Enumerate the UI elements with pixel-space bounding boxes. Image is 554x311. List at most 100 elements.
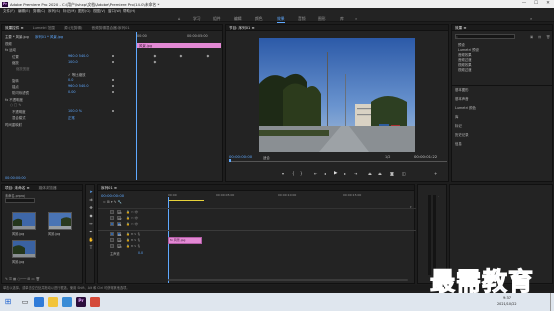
tab-audio-clip-mixer[interactable]: 音频剪辑混合器:序列01 <box>92 26 130 30</box>
windows-start-icon[interactable]: ⊞ <box>3 297 13 307</box>
menu-file[interactable]: 文件(F) <box>3 9 15 14</box>
zoom-dropdown[interactable]: 1/2 <box>385 155 390 159</box>
track-controls-a3[interactable]: 🔒 M S 🎙 <box>126 244 141 248</box>
track-controls-a2[interactable]: 🔒 M S 🎙 <box>126 238 141 242</box>
param-blend-value[interactable]: 正常 <box>68 115 75 120</box>
program-playhead[interactable] <box>229 159 231 162</box>
comparison-view-icon[interactable]: ◫ <box>402 171 406 176</box>
mark-out-icon[interactable]: } <box>300 171 303 176</box>
tab-lumetri-scopes[interactable]: Lumetri 范围 <box>33 26 55 30</box>
minimize-button[interactable]: — <box>518 0 530 8</box>
extract-icon[interactable]: ⏏ <box>378 171 382 176</box>
type-tool-icon[interactable]: T <box>89 245 94 250</box>
new-item-icon[interactable]: ▤ <box>538 35 541 39</box>
position-keyframe-icon[interactable] <box>179 54 183 58</box>
track-name-a2[interactable]: A2 <box>117 238 122 243</box>
program-current-time[interactable]: 00:00:00:00 <box>229 154 252 159</box>
workspace-graphics[interactable]: 图形 <box>318 16 326 22</box>
delete-icon[interactable]: 🗑 <box>546 35 550 39</box>
vertical-scroll-icon[interactable]: ▾ <box>410 205 412 209</box>
project-footer-tools[interactable]: ✎ ☰ ▦ ○─── ⊞ ▭ 🗑 <box>2 277 83 283</box>
go-to-out-icon[interactable]: ⇥ <box>354 171 357 176</box>
track-name-a3[interactable]: A3 <box>117 244 122 249</box>
section-markers[interactable]: 标记 <box>455 123 462 128</box>
menu-view[interactable]: 视图(V) <box>93 9 105 14</box>
ec-playhead[interactable] <box>136 32 137 180</box>
ripple-edit-tool-icon[interactable]: ✥ <box>89 205 94 210</box>
maximize-button[interactable]: ☐ <box>530 0 542 8</box>
position-keyframe-icon[interactable] <box>153 54 157 58</box>
param-scale-value[interactable]: 100.0 <box>68 60 78 64</box>
project-search-input[interactable] <box>5 198 35 203</box>
project-item-thumbnail[interactable] <box>48 212 72 230</box>
track-controls-v2[interactable]: 🔒 ▭ 👁 <box>126 216 138 220</box>
track-controls-v3[interactable]: 🔒 ▭ 👁 <box>126 210 138 214</box>
step-forward-icon[interactable]: ▸ <box>344 171 346 176</box>
razor-tool-icon[interactable]: ◆ <box>89 213 94 218</box>
track-target-v3[interactable] <box>110 210 115 215</box>
work-area-bar[interactable] <box>168 200 204 202</box>
position-stopwatch-icon[interactable] <box>112 54 115 57</box>
mark-in-icon[interactable]: { <box>292 171 295 176</box>
track-name-a1[interactable]: A1 <box>117 232 122 237</box>
timeline-tools[interactable]: ⊂ ⊞ ▾ ✎ 🔧 <box>103 200 122 204</box>
section-info[interactable]: 信息 <box>455 141 462 146</box>
anchor-stopwatch-icon[interactable] <box>112 84 115 87</box>
track-select-tool-icon[interactable]: ⇉ <box>89 197 94 202</box>
workspace-assembly[interactable]: 组件 <box>213 16 221 22</box>
menu-clip[interactable]: 剪辑(C) <box>33 9 45 14</box>
section-history[interactable]: 历史记录 <box>455 132 469 137</box>
scale-keyframe-icon[interactable] <box>153 60 157 64</box>
app-taskbar-icon[interactable] <box>90 297 100 307</box>
track-controls-a1[interactable]: 🔒 M S 🎙 <box>126 232 141 236</box>
time-remap[interactable]: 时间重映射 <box>5 122 22 127</box>
tab-source[interactable]: 源:(无剪辑) <box>64 26 82 30</box>
mask-tools[interactable]: ○ □ ✎ <box>10 103 21 107</box>
section-essential-sound[interactable]: 基本声音 <box>455 96 469 101</box>
opacity-stopwatch-icon[interactable] <box>112 109 115 112</box>
step-back-icon[interactable]: ◂ <box>324 171 326 176</box>
track-controls-v1[interactable]: 🔒 ▭ 👁 <box>126 222 138 226</box>
param-antiflicker-value[interactable]: 0.00 <box>68 90 76 94</box>
edge-icon[interactable] <box>34 297 44 307</box>
section-libraries[interactable]: 库 <box>455 114 458 119</box>
param-position-value[interactable]: 960.0 540.0 <box>68 54 89 58</box>
search-icon[interactable]: ⌕ <box>530 16 532 21</box>
export-frame-icon[interactable]: ◙ <box>390 171 394 176</box>
file-explorer-icon[interactable] <box>48 297 58 307</box>
section-essential-graphics[interactable]: 基本图形 <box>455 87 469 92</box>
home-icon[interactable]: ⌂ <box>178 16 181 21</box>
menu-graphics[interactable]: 图形(G) <box>78 9 90 14</box>
project-item-thumbnail[interactable] <box>12 240 36 258</box>
antiflicker-stopwatch-icon[interactable] <box>112 90 115 93</box>
param-rotation-value[interactable]: 0.0 <box>68 78 73 82</box>
tree-video-transitions[interactable]: 视频过渡 <box>458 67 472 72</box>
uniform-scale-checkbox[interactable]: ✓ 等比缩放 <box>68 72 85 77</box>
param-anchor-value[interactable]: 960.0 540.0 <box>68 84 89 88</box>
lift-icon[interactable]: ⏏ <box>368 171 372 176</box>
param-opacity-value[interactable]: 100.0 % <box>68 109 82 113</box>
menu-sequence[interactable]: 序列(S) <box>48 9 60 14</box>
show-desktop-button[interactable] <box>550 293 553 311</box>
menu-help[interactable]: 帮助(H) <box>123 9 135 14</box>
effects-search-input[interactable] <box>455 34 515 39</box>
task-view-icon[interactable]: ▭ <box>20 297 30 307</box>
workspace-libraries[interactable]: 库 <box>340 16 344 22</box>
position-keyframe-icon[interactable] <box>206 54 210 58</box>
premiere-taskbar-icon[interactable]: Pr <box>76 297 86 307</box>
go-to-in-icon[interactable]: ⇤ <box>314 171 317 176</box>
source-clip-label[interactable]: 主要 * 风景.jpg <box>5 34 29 39</box>
tab-program[interactable]: 节目: 序列01 ≡ <box>229 26 254 30</box>
close-button[interactable]: ✕ <box>542 0 554 8</box>
fx-motion[interactable]: fx 运动 <box>5 47 16 52</box>
menu-window[interactable]: 窗口(W) <box>108 9 121 14</box>
menu-edit[interactable]: 编辑(E) <box>18 9 30 14</box>
fit-dropdown[interactable]: 适合 <box>263 155 270 160</box>
timeline-scrollbar[interactable] <box>168 279 408 281</box>
tab-effects[interactable]: 效果 ≡ <box>455 26 466 30</box>
ie-icon[interactable] <box>62 297 72 307</box>
clock-date[interactable]: 2021/10/22 <box>497 302 517 306</box>
workspace-editing[interactable]: 编辑 <box>234 16 242 22</box>
workspace-more[interactable]: » <box>355 16 357 21</box>
tab-effect-controls[interactable]: 效果控件 ≡ <box>5 26 24 30</box>
